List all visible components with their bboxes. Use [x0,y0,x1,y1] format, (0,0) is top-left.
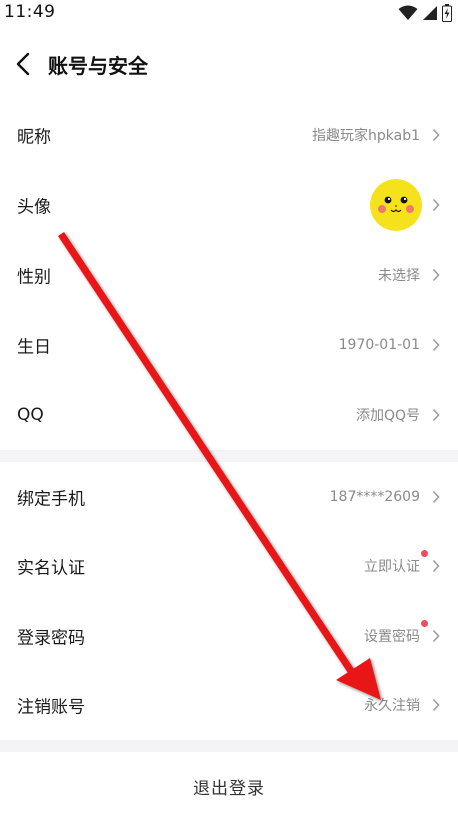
qq-row[interactable]: QQ 添加QQ号 [0,380,458,450]
status-time: 11:49 [4,2,56,22]
logout-button[interactable]: 退出登录 [0,752,458,820]
cancel-account-row[interactable]: 注销账号 永久注销 [0,671,458,741]
bind-phone-row[interactable]: 绑定手机 187****2609 [0,462,458,532]
wifi-icon [398,5,418,20]
gender-value: 未选择 [378,268,420,284]
password-value: 设置密码 [364,619,428,646]
chevron-right-icon [432,338,440,352]
verify-value: 立即认证 [364,550,428,576]
profile-section: 昵称 指趣玩家hpkab1 头像 性别 未选择 生日 1970-01-01 QQ… [0,100,458,450]
status-bar: 11:49 [0,0,458,28]
security-section: 绑定手机 187****2609 实名认证 立即认证 登录密码 设置密码 注销账… [0,462,458,740]
row-label: 性别 [17,267,51,288]
cancel-account-value: 永久注销 [364,698,420,715]
status-icons [398,4,452,22]
signal-icon [423,6,437,20]
nickname-value: 指趣玩家hpkab1 [312,128,420,144]
chevron-right-icon [432,128,440,142]
row-label: 注销账号 [17,697,85,718]
row-label: 头像 [17,197,51,218]
chevron-right-icon [432,629,440,642]
notification-dot [421,550,428,558]
real-name-verify-row[interactable]: 实名认证 立即认证 [0,532,458,602]
row-label: 绑定手机 [17,489,85,510]
chevron-right-icon [432,268,440,282]
row-label: 登录密码 [17,628,85,649]
chevron-right-icon [432,408,440,422]
avatar [370,179,422,231]
logout-label: 退出登录 [193,778,265,799]
login-password-row[interactable]: 登录密码 设置密码 [0,601,458,671]
app-header: 账号与安全 [0,28,458,100]
notification-dot [421,619,428,627]
qq-value: 添加QQ号 [355,408,420,424]
birthday-value: 1970-01-01 [338,337,420,353]
battery-icon [442,4,452,22]
chevron-right-icon [432,699,440,712]
chevron-right-icon [432,560,440,573]
avatar-row[interactable]: 头像 [0,170,458,240]
account-security-screen: 11:49 账号与安全 昵称 指趣玩家hpkab1 头像 性别 未选择 生日 1… [0,0,458,820]
nickname-row[interactable]: 昵称 指趣玩家hpkab1 [0,100,458,170]
row-label: QQ [17,405,44,425]
chevron-right-icon [432,198,440,212]
page-title: 账号与安全 [48,54,148,78]
chevron-right-icon [432,490,440,503]
row-label: 实名认证 [17,558,85,579]
row-label: 生日 [17,337,51,358]
row-label: 昵称 [17,127,51,148]
back-arrow-icon [16,52,30,76]
gender-row[interactable]: 性别 未选择 [0,240,458,310]
back-button[interactable] [6,46,40,82]
phone-value: 187****2609 [329,488,420,505]
birthday-row[interactable]: 生日 1970-01-01 [0,310,458,380]
